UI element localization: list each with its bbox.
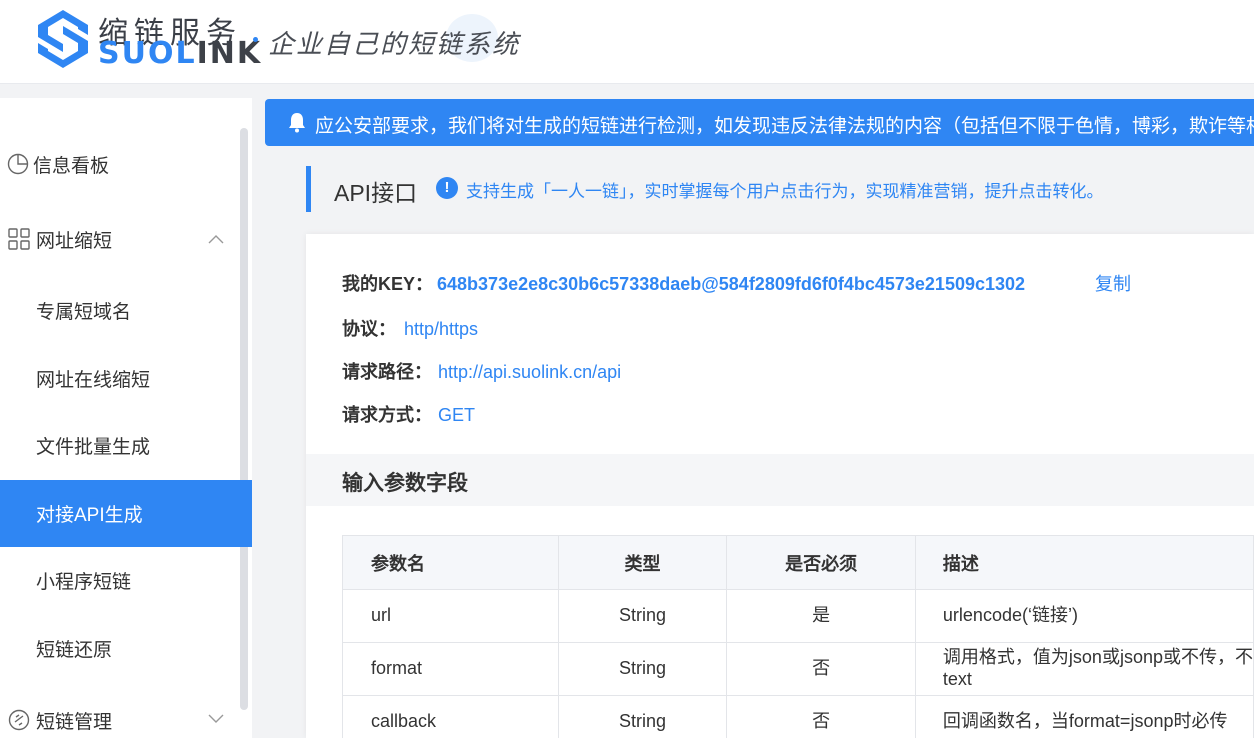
chevron-down-icon[interactable]	[208, 714, 224, 724]
param-desc-line: 调用格式，值为json或jsonp或不传，不	[942, 647, 1253, 668]
section-accent-bar	[306, 166, 311, 212]
param-required: 是	[726, 589, 916, 643]
key-row: 我的KEY： 648b373e2e8c30b6c57338daeb@584f280…	[342, 270, 1025, 296]
param-type: String	[557, 589, 728, 643]
param-desc: 回调函数名，当format=jsonp时必传	[914, 695, 1254, 738]
path-row: 请求路径： http://api.suolink.cn/api	[342, 358, 621, 384]
sidebar-item-batch-file[interactable]: 文件批量生成	[0, 412, 252, 478]
key-value: 648b373e2e8c30b6c57338daeb@584f2809fd6f0…	[437, 274, 1026, 294]
table-row: url String 是 urlencode(‘链接’)	[342, 589, 1254, 643]
slogan: 企业自己的短链系统	[268, 30, 521, 60]
sidebar-item-api[interactable]: 对接API生成	[0, 480, 252, 547]
param-required: 否	[726, 695, 916, 738]
param-desc: 调用格式，值为json或jsonp或不传，不 text	[914, 642, 1254, 696]
brand-en-dark: INK	[196, 36, 263, 71]
param-name: format	[342, 642, 559, 696]
info-icon: !	[436, 177, 458, 199]
api-card: 我的KEY： 648b373e2e8c30b6c57338daeb@584f280…	[306, 234, 1254, 738]
table-row: callback String 否 回调函数名，当format=jsonp时必传	[342, 695, 1254, 738]
param-required: 否	[726, 642, 916, 696]
notice-text: 应公安部要求，我们将对生成的短链进行检测，如发现违反法律法规的内容（包括但不限于…	[315, 116, 1254, 137]
sidebar-item-label: 短链管理	[36, 711, 113, 733]
top-header: 缩链服务 SUOLINK 企业自己的短链系统	[0, 0, 1254, 84]
params-table: 参数名 类型 是否必须 描述 url String 是 urlencode(‘链…	[342, 535, 1254, 738]
sidebar-item-label: 专属短域名	[36, 301, 132, 323]
param-type: String	[557, 695, 728, 738]
param-name: callback	[342, 695, 559, 738]
sidebar-item-label: 对接API生成	[36, 505, 143, 526]
sidebar-item-link-manage[interactable]: 短链管理	[0, 687, 252, 738]
method-value: GET	[438, 405, 476, 425]
protocol-label: 协议：	[342, 319, 396, 339]
key-label: 我的KEY：	[342, 274, 434, 294]
method-label: 请求方式：	[342, 405, 432, 425]
path-value: http://api.suolink.cn/api	[438, 362, 622, 382]
sidebar-item-label: 网址缩短	[36, 230, 113, 252]
sidebar-item-custom-domain[interactable]: 专属短域名	[0, 277, 252, 343]
input-params-title: 输入参数字段	[342, 472, 468, 495]
param-desc-line: 回调函数名，当format=jsonp时必传	[942, 711, 1228, 732]
param-name: url	[342, 589, 559, 643]
sidebar-item-dashboard[interactable]: 信息看板	[0, 131, 252, 197]
col-header-desc: 描述	[914, 535, 1254, 590]
col-header-required: 是否必须	[726, 535, 916, 590]
sidebar-item-label: 网址在线缩短	[36, 369, 151, 391]
notice-bar: 应公安部要求，我们将对生成的短链进行检测，如发现违反法律法规的内容（包括但不限于…	[265, 99, 1254, 146]
sidebar-item-online-shorten[interactable]: 网址在线缩短	[0, 345, 252, 411]
col-header-name: 参数名	[342, 535, 559, 590]
protocol-value: http/https	[404, 319, 479, 339]
param-desc-line: urlencode(‘链接’)	[942, 605, 1078, 626]
pie-chart-icon	[7, 153, 29, 175]
sidebar-item-label: 文件批量生成	[36, 436, 151, 458]
section-tip: 支持生成「一人一链」，实时掌握每个用户点击行为，实现精准营销，提升点击转化。	[466, 182, 1104, 201]
brand-en-blue: SUOL	[98, 36, 197, 71]
sidebar-item-label: 短链还原	[36, 639, 113, 661]
link-icon	[8, 709, 30, 731]
path-label: 请求路径：	[342, 362, 432, 382]
sidebar-item-label: 信息看板	[33, 155, 110, 177]
table-row: format String 否 调用格式，值为json或jsonp或不传，不 te…	[342, 642, 1254, 696]
input-params-header: 输入参数字段	[306, 454, 1254, 506]
param-type: String	[557, 642, 728, 696]
table-header-row: 参数名 类型 是否必须 描述	[342, 535, 1254, 590]
sidebar-item-miniprogram[interactable]: 小程序短链	[0, 547, 252, 613]
sidebar-item-restore[interactable]: 短链还原	[0, 615, 252, 681]
param-desc: urlencode(‘链接’)	[914, 589, 1254, 643]
suolink-logo-icon[interactable]	[34, 8, 92, 70]
sidebar-item-url-shorten[interactable]: 网址缩短	[0, 206, 252, 272]
bell-icon	[289, 113, 305, 133]
copy-button[interactable]: 复制	[1095, 270, 1131, 296]
slogan-dot	[253, 37, 258, 42]
chevron-up-icon[interactable]	[208, 234, 224, 244]
grid-icon	[8, 228, 30, 250]
method-row: 请求方式： GET	[342, 401, 475, 427]
page-title: API接口	[334, 180, 418, 206]
sidebar-item-label: 小程序短链	[36, 571, 132, 593]
param-desc-line-2: text	[942, 669, 972, 689]
col-header-type: 类型	[557, 535, 728, 590]
brand-name-en: SUOLINK	[98, 36, 262, 71]
protocol-row: 协议： http/https	[342, 315, 478, 341]
